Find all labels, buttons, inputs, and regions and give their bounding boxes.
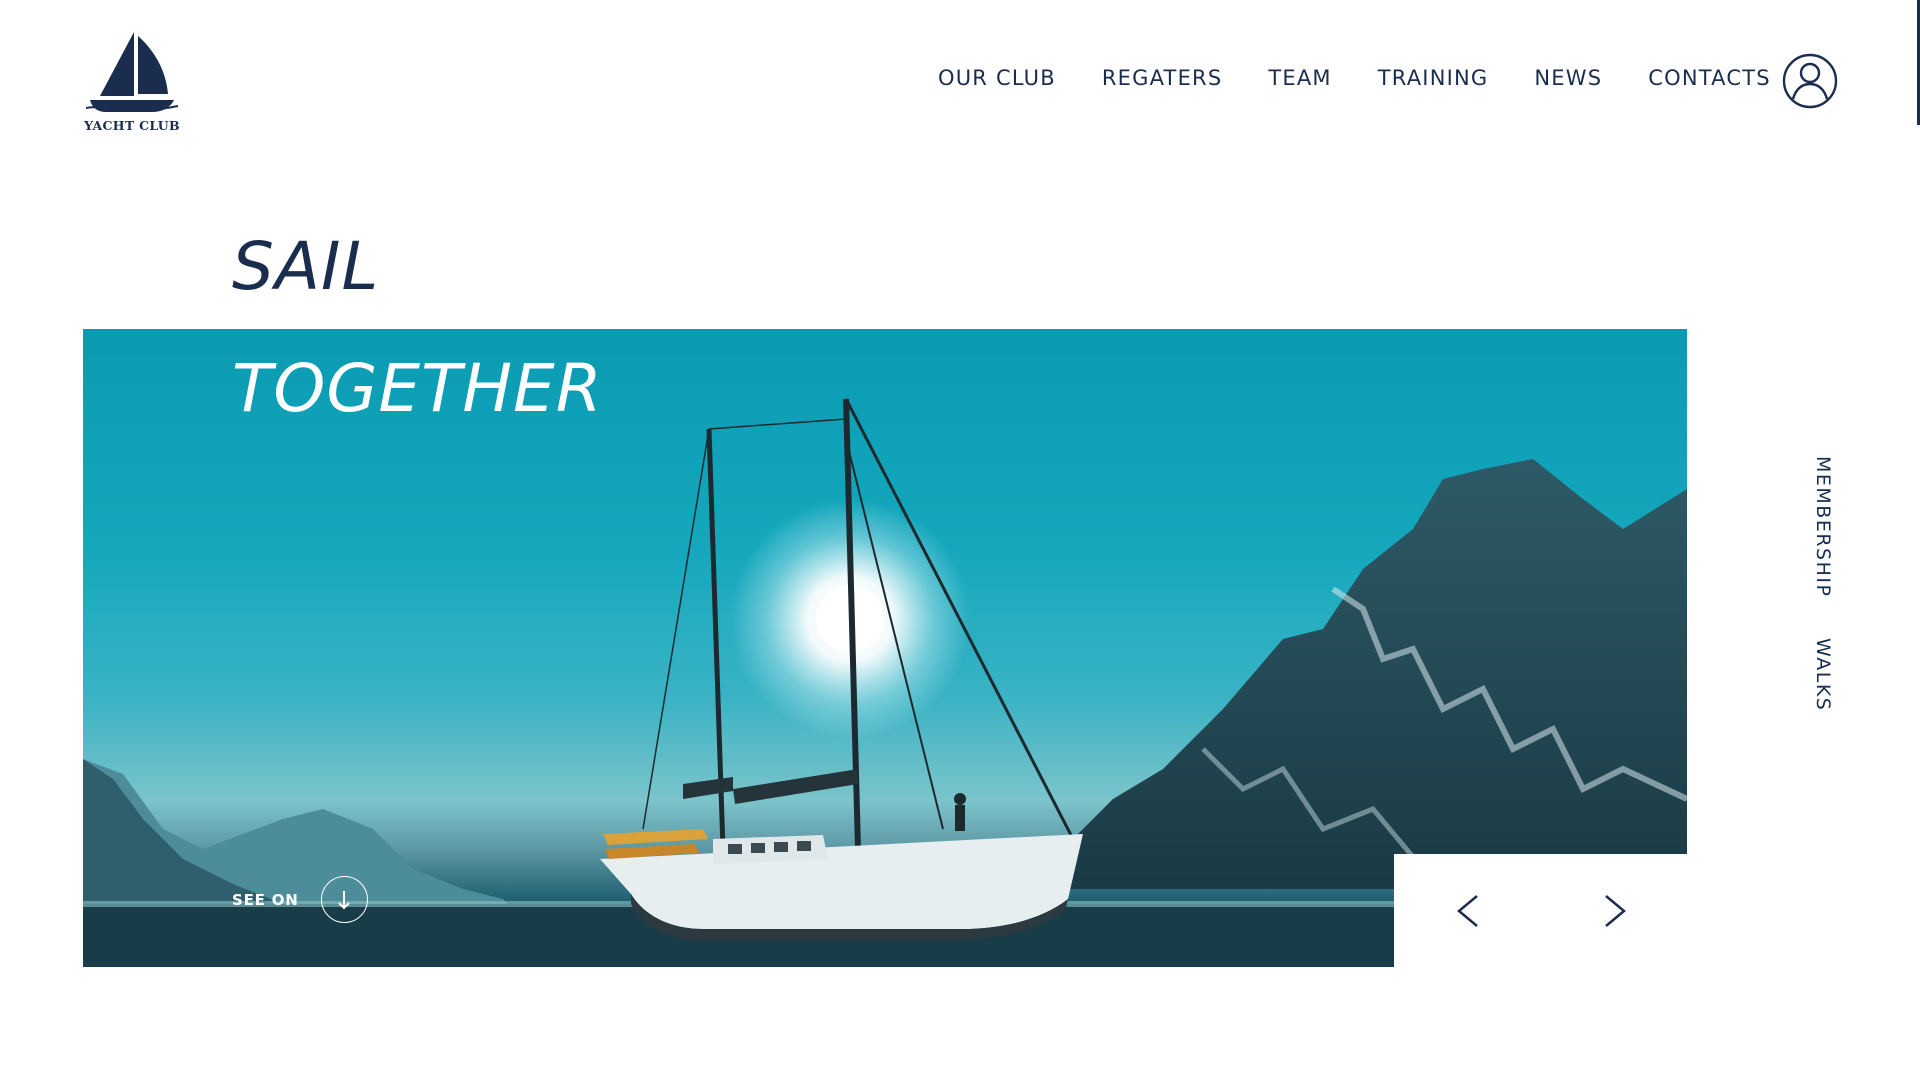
chevron-right-icon — [1604, 894, 1626, 927]
side-link-walks[interactable]: WALKS — [1812, 638, 1834, 711]
nav-regaters[interactable]: REGATERS — [1102, 66, 1223, 90]
sailboat-icon — [85, 32, 179, 112]
yacht-club-logo[interactable]: YACHT CLUB — [82, 28, 182, 136]
nav-news[interactable]: NEWS — [1534, 66, 1602, 90]
arrow-down-icon — [338, 890, 350, 909]
page: YACHT CLUB OUR CLUB REGATERS TEAM TRAINI… — [0, 0, 1920, 1080]
nav-our-club[interactable]: OUR CLUB — [938, 66, 1056, 90]
hero-title-line2: TOGETHER — [232, 350, 603, 427]
slider-controls — [1394, 854, 1688, 967]
user-account-button[interactable] — [1782, 53, 1838, 109]
nav-team[interactable]: TEAM — [1268, 66, 1331, 90]
nav-contacts[interactable]: CONTACTS — [1648, 66, 1771, 90]
scroll-down-circle[interactable] — [320, 876, 368, 923]
see-on-label: SEE ON — [232, 890, 299, 909]
slider-prev-button[interactable] — [1438, 881, 1498, 941]
logo-text: YACHT CLUB — [84, 118, 180, 133]
chevron-left-icon — [1456, 894, 1478, 927]
user-icon — [1782, 53, 1838, 109]
side-link-membership[interactable]: MEMBERSHIP — [1812, 456, 1834, 597]
see-on-button[interactable]: SEE ON — [232, 876, 368, 923]
slider-next-button[interactable] — [1585, 881, 1645, 941]
hero-title-line1: SAIL — [232, 228, 380, 305]
nav-training[interactable]: TRAINING — [1378, 66, 1489, 90]
main-nav: OUR CLUB REGATERS TEAM TRAINING NEWS CON… — [938, 66, 1771, 90]
